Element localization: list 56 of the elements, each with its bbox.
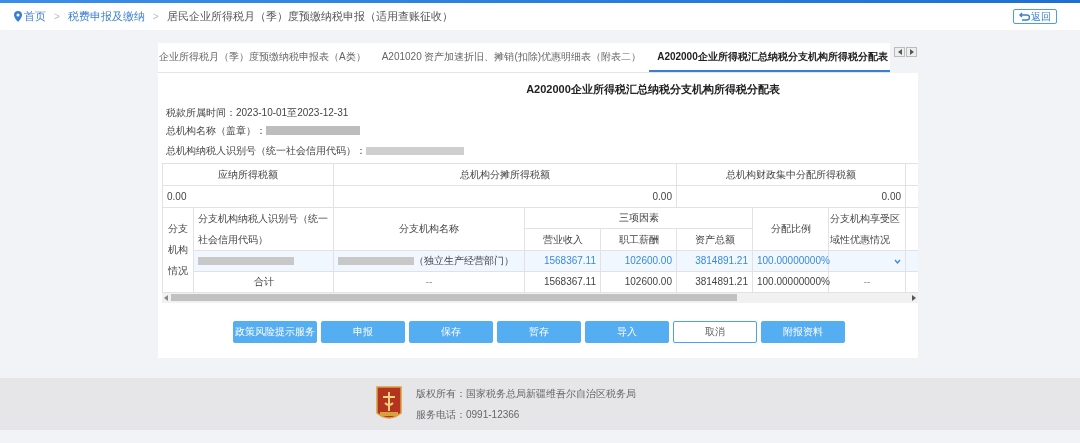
table-cell: 100.00000000% <box>752 271 829 292</box>
tab[interactable]: A201020 资产加速折旧、摊销(扣除)优惠明细表（附表二） <box>373 43 650 72</box>
table-cell: 合计 <box>193 271 334 292</box>
home-link[interactable]: 首页 <box>14 8 46 25</box>
action-button[interactable]: 政策风险提示服务 <box>233 320 317 343</box>
breadcrumb-current: 居民企业所得税月（季）度预缴纳税申报（适用查账征收） <box>166 9 453 25</box>
column-header: 总机构财政集中分配所得税额 <box>676 163 906 185</box>
back-button[interactable]: 返回 <box>1013 9 1057 24</box>
column-header: 职工薪酬 <box>600 228 677 250</box>
action-button[interactable]: 暂存 <box>497 320 581 343</box>
right-triangle-icon <box>909 49 914 55</box>
action-button[interactable]: 取消 <box>673 320 757 343</box>
table-cell: 1568367.11 <box>524 250 601 271</box>
table-cell: 0.00 <box>162 185 334 207</box>
table-cell: 100.00000000% <box>752 250 829 271</box>
column-header: 分支机构纳税人识别号（统一社会信用代码） <box>193 207 334 250</box>
table-cell: -- <box>333 271 525 292</box>
scroll-left-button[interactable] <box>894 47 905 57</box>
left-triangle-icon <box>897 49 902 55</box>
period-text: 税款所属时间：2023-10-01至2023-12-31 <box>166 105 350 117</box>
section-label: 分支机构情况 <box>167 222 189 278</box>
action-button[interactable]: 保存 <box>409 320 493 343</box>
org-id-label: 总机构纳税人识别号（统一社会信用代码）： <box>166 144 366 158</box>
table-cell: 0.00 <box>333 185 677 207</box>
horizontal-scrollbar[interactable] <box>162 292 918 303</box>
form-title: A202000企业所得税汇总纳税分支机构所得税分配表 <box>525 82 781 97</box>
column-header: 应纳所得税额 <box>162 163 334 185</box>
column-header: 分支机构名称 <box>333 207 525 250</box>
table-cell: 102600.00 <box>600 250 677 271</box>
return-arrow-icon <box>1019 12 1030 21</box>
breadcrumb-separator: > <box>54 10 60 24</box>
column-header: 三项因素 <box>524 207 753 229</box>
column-header: 营业收入 <box>524 228 601 250</box>
org-name-label: 总机构名称（盖章）： <box>166 124 266 138</box>
action-button[interactable]: 导入 <box>585 320 669 343</box>
table-cell: 102600.00 <box>600 271 677 292</box>
right-triangle-icon <box>912 294 916 301</box>
service-phone-text: 服务电话：0991-12366 <box>416 408 521 422</box>
scroll-right-button[interactable] <box>906 47 917 57</box>
table-cell: 3814891.21 <box>676 250 753 271</box>
column-header: 分支机构享受区域性优惠情况 <box>828 207 906 250</box>
tab[interactable]: 企业所得税月（季）度预缴纳税申报表（A类） <box>158 43 374 72</box>
table-cell: 0.00 <box>676 185 906 207</box>
column-header: 分配比例 <box>752 207 829 250</box>
copyright-text: 版权所有：国家税务总局新疆维吾尔自治区税务局 <box>416 387 636 401</box>
branch-name-suffix: （独立生产经营部门） <box>414 254 514 268</box>
action-button[interactable]: 附报资料 <box>761 320 845 343</box>
location-pin-icon <box>14 11 22 22</box>
column-header: 总机构分摊所得税额 <box>333 163 677 185</box>
dropdown-chevron-icon[interactable] <box>894 258 901 264</box>
table-cell: 1568367.11 <box>524 271 601 292</box>
action-button[interactable]: 申报 <box>321 320 405 343</box>
left-triangle-icon <box>164 294 168 301</box>
table-cell: 3814891.21 <box>676 271 753 292</box>
breadcrumb-separator: > <box>152 10 159 24</box>
breadcrumb-link[interactable]: 税费申报及缴纳 <box>67 8 145 25</box>
